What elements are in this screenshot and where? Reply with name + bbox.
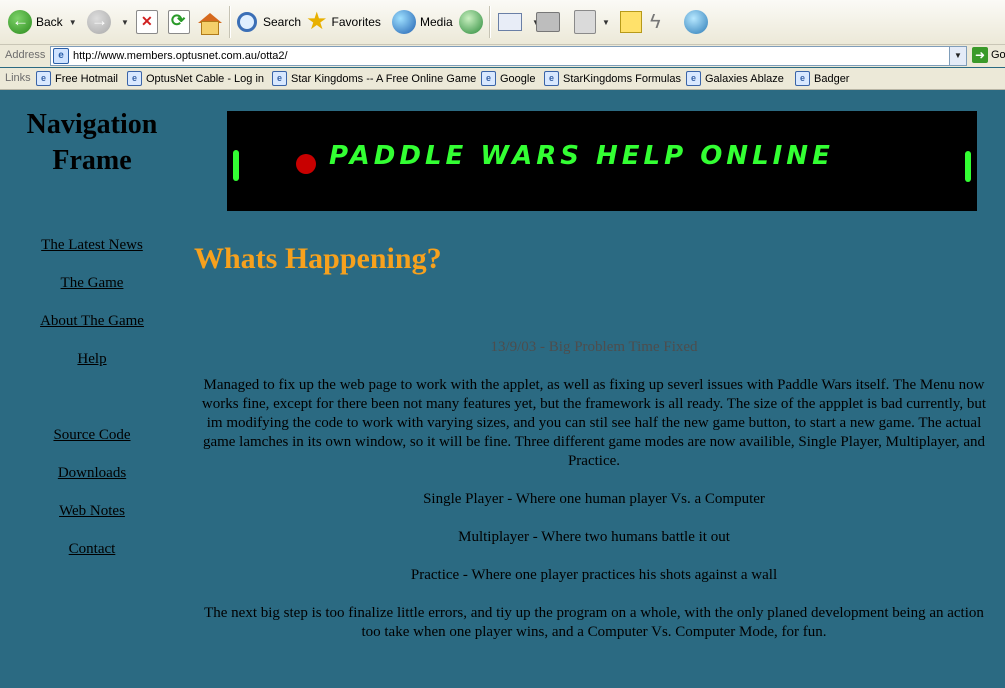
address-input[interactable]: e http://www.members.optusnet.com.au/ott… <box>50 46 967 66</box>
mode-single-player: Single Player - Where one human player V… <box>423 491 765 507</box>
edit-button[interactable]: ▼ <box>574 7 610 37</box>
next-steps-paragraph: The next big step is too finalize little… <box>204 605 984 640</box>
lightning-icon: ϟ <box>650 10 661 33</box>
ball-icon <box>296 154 316 174</box>
nav-link-help[interactable]: Help <box>0 351 184 368</box>
stop-button[interactable] <box>136 7 158 37</box>
news-paragraph: Managed to fix up the web page to work w… <box>201 377 987 469</box>
nav-link-web-notes[interactable]: Web Notes <box>0 503 184 520</box>
browser-toolbar: Back ▼ ▼ Search ★ Favorites Media ▼ ▼ <box>0 0 1005 45</box>
address-url[interactable]: http://www.members.optusnet.com.au/otta2… <box>73 50 288 62</box>
print-icon <box>536 12 560 32</box>
page-icon: e <box>272 71 287 86</box>
media-button[interactable]: Media <box>392 7 453 37</box>
page-icon: e <box>795 71 810 86</box>
page-icon: e <box>36 71 51 86</box>
refresh-icon <box>168 10 190 34</box>
page-heading: Whats Happening? <box>194 242 442 275</box>
chevron-down-icon[interactable]: ▼ <box>602 18 610 27</box>
left-paddle-icon <box>233 150 239 181</box>
chevron-down-icon[interactable]: ▼ <box>69 18 77 27</box>
news-date-title: 13/9/03 - Big Problem Time Fixed <box>490 339 698 355</box>
print-button[interactable] <box>536 7 564 37</box>
search-label: Search <box>263 15 302 29</box>
page-icon: e <box>544 71 559 86</box>
nav-link-the-game[interactable]: The Game <box>0 275 184 292</box>
nav-link-latest-news[interactable]: The Latest News <box>0 237 184 254</box>
page-icon: e <box>481 71 496 86</box>
link-google[interactable]: e Google <box>481 71 535 86</box>
chevron-down-icon[interactable]: ▼ <box>949 46 967 66</box>
link-label: Free Hotmail <box>55 72 118 85</box>
link-optusnet-cable[interactable]: e OptusNet Cable - Log in <box>127 71 264 86</box>
address-bar: Address e http://www.members.optusnet.co… <box>0 45 1005 67</box>
nav-link-source-code[interactable]: Source Code <box>0 427 184 444</box>
refresh-button[interactable] <box>168 7 190 37</box>
toolbar-separator <box>489 6 491 38</box>
nav-title-line1: Navigation <box>26 109 158 140</box>
mode-multiplayer: Multiplayer - Where two humans battle it… <box>458 529 730 545</box>
link-badger[interactable]: e Badger <box>795 71 849 86</box>
go-button[interactable]: ➜ Go <box>972 47 1005 63</box>
messenger-flash-button[interactable]: ϟ <box>650 7 661 37</box>
link-label: Star Kingdoms -- A Free Online Game <box>291 72 477 85</box>
right-paddle-icon <box>965 151 971 182</box>
chevron-down-icon[interactable]: ▼ <box>121 18 129 27</box>
page-icon: e <box>53 48 69 64</box>
paddle-wars-banner: PADDLE WARS HELP ONLINE <box>227 111 977 211</box>
media-globe-icon <box>392 10 416 34</box>
favorites-button[interactable]: ★ Favorites <box>306 7 381 37</box>
link-free-hotmail[interactable]: e Free Hotmail <box>36 71 118 86</box>
banner-title: PADDLE WARS HELP ONLINE <box>329 141 834 171</box>
link-label: StarKingdoms Formulas <box>563 72 681 85</box>
mail-icon <box>498 13 522 31</box>
forward-arrow-icon <box>87 10 111 34</box>
link-label: OptusNet Cable - Log in <box>146 72 265 85</box>
messenger-people-icon <box>684 10 708 34</box>
nav-link-downloads[interactable]: Downloads <box>0 465 184 482</box>
mode-practice: Practice - Where one player practices hi… <box>410 567 778 583</box>
web-page: Navigation Frame The Latest News The Gam… <box>0 90 1005 688</box>
stop-icon <box>136 10 158 34</box>
go-arrow-icon: ➜ <box>972 47 988 63</box>
note-icon <box>620 11 642 33</box>
links-bar: Links e Free Hotmail e OptusNet Cable - Lo… <box>0 68 1005 90</box>
back-arrow-icon <box>8 10 32 34</box>
link-label: Google <box>500 72 536 85</box>
page-icon: e <box>686 71 701 86</box>
favorites-label: Favorites <box>331 15 381 29</box>
nav-frame-title: Navigation Frame <box>0 107 184 179</box>
search-icon <box>237 12 257 32</box>
history-button[interactable] <box>459 7 487 37</box>
search-button[interactable]: Search <box>237 7 301 37</box>
address-label: Address <box>5 49 46 61</box>
nav-link-contact[interactable]: Contact <box>0 541 184 558</box>
edit-icon <box>574 10 596 34</box>
star-icon: ★ <box>306 8 328 35</box>
page-icon: e <box>127 71 142 86</box>
messenger-button[interactable] <box>684 7 712 37</box>
link-galaxies-ablaze[interactable]: e Galaxies Ablaze <box>686 71 784 86</box>
notes-button[interactable] <box>620 7 646 37</box>
history-icon <box>459 10 483 34</box>
home-icon-body <box>201 21 219 35</box>
links-label: Links <box>5 72 31 84</box>
media-label: Media <box>420 15 453 29</box>
link-label: Galaxies Ablaze <box>705 72 784 85</box>
back-button[interactable]: Back ▼ <box>8 7 77 37</box>
nav-link-about-the-game[interactable]: About The Game <box>0 313 184 330</box>
link-star-kingdoms[interactable]: e Star Kingdoms -- A Free Online Game <box>272 71 476 86</box>
nav-title-line2: Frame <box>52 145 132 176</box>
toolbar-separator <box>229 6 231 38</box>
link-starkingdoms-formulas[interactable]: e StarKingdoms Formulas <box>544 71 681 86</box>
link-label: Badger <box>814 72 850 85</box>
mail-button[interactable]: ▼ <box>498 7 540 37</box>
back-label: Back <box>36 15 63 29</box>
go-label: Go <box>991 49 1005 61</box>
forward-button[interactable]: ▼ <box>87 7 129 37</box>
